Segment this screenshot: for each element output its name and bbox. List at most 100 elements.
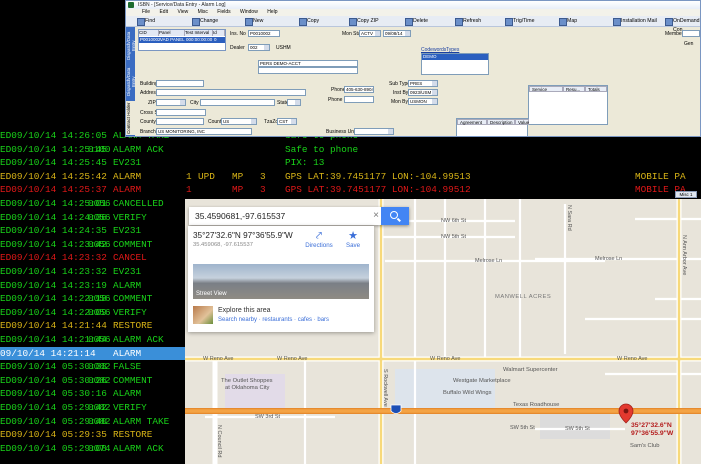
explore-links[interactable]: Search nearby · restaurants · cafes · ba… (218, 317, 329, 323)
dealer-select[interactable]: 002 (248, 44, 270, 51)
save-label: Save (345, 242, 361, 249)
misc-button[interactable]: Misc 1 (675, 191, 697, 198)
map-panel[interactable]: NW 6th St NW 5th St Melrose Ln Melrose L… (185, 199, 701, 464)
data-entry-window: ISBN - [Service/Data Entry - Alarm Log] … (125, 0, 701, 137)
business-unit-select[interactable] (354, 128, 394, 135)
inst-by-select[interactable]: 0923/USM (408, 89, 438, 96)
alarm-log-ts: ED09/10/14 05:30:16 (0, 388, 107, 400)
country-select[interactable]: US (221, 118, 257, 125)
member-field[interactable] (682, 30, 700, 37)
copy-zip-button[interactable]: Copy ZIP (348, 17, 379, 26)
side-tab-data-entry[interactable]: Dispatch/Data Entry (126, 65, 136, 99)
alarm-log-ts: ED09/10/14 14:26:05 (0, 130, 107, 141)
alarm-log-info: PIX: 13 (285, 157, 325, 169)
find-button[interactable]: Find (136, 17, 155, 26)
grid-cell: P0010002 (140, 37, 161, 42)
street-label: W Reno Ave (430, 356, 461, 362)
coordinates-decimal: 35.459068, -97.615537 (193, 242, 253, 248)
menu-view[interactable]: View (177, 9, 188, 15)
dealer-label: Dealer (230, 45, 245, 51)
map-search-box[interactable]: 35.4590681,-97.615537 × (189, 207, 409, 225)
county-label: County (140, 119, 156, 125)
menu-window[interactable]: Window (240, 9, 258, 15)
county-field[interactable] (156, 118, 204, 125)
business-unit-label: Business Unit (326, 129, 357, 135)
poi-walmart[interactable]: Walmart Supercenter (503, 367, 558, 373)
side-tab-dispatch[interactable]: Dispatch/Data Entry (126, 29, 136, 63)
directions-label: Directions (305, 242, 333, 249)
alarm-log-row[interactable]: ED09/10/14 14:25:42 ALARM 1 UPD MP 3 GPS LAT:3… (0, 170, 701, 184)
state-select[interactable] (287, 99, 301, 106)
alarm-log-n3: 3 (260, 170, 266, 182)
menu-misc[interactable]: Misc (198, 9, 208, 15)
account-name-field[interactable]: PERS DEMO-ACCT (258, 60, 358, 67)
poi-buffalo-wild-wings[interactable]: Buffalo Wild Wings (443, 390, 492, 396)
cross-st-field[interactable] (156, 109, 206, 116)
alarm-log-event: RESTORE (113, 320, 153, 332)
alarm-log-row[interactable]: ED09/10/14 14:25:45 0100 ALARM ACK Safe to … (0, 143, 701, 157)
ins-no-field[interactable]: P0010002 (248, 30, 280, 37)
alarm-log-row[interactable]: ED09/10/14 14:25:45 EV231 PIX: 13 (0, 156, 701, 170)
alarm-log-mp: MP (232, 184, 244, 196)
search-icon[interactable] (381, 207, 409, 225)
alarm-log-ts: 09/10/14 14:21:14 (0, 347, 96, 359)
alarm-log-code: 0082 (88, 415, 111, 427)
menu-fields[interactable]: Fields (217, 9, 230, 15)
copy-button[interactable]: Copy (298, 17, 319, 26)
poi-outlet-shoppes[interactable]: The Outlet Shoppes (221, 378, 273, 384)
map-search-input[interactable]: 35.4590681,-97.615537 (195, 211, 285, 221)
poi-westgate[interactable]: Westgate Marketplace (453, 378, 511, 384)
mon-date-field[interactable]: 09/08/14 (383, 30, 411, 37)
pin-lon: 97°36'55.9"W (631, 430, 674, 437)
zip-field[interactable] (156, 99, 186, 106)
tz-select[interactable]: CST (277, 118, 297, 125)
mon-stat-select[interactable]: ACTV (359, 30, 381, 37)
street-label: NW 6th St (441, 218, 467, 224)
member-label: Member (665, 31, 684, 37)
agreement-table: Agreement Description Value (456, 118, 529, 136)
side-tab-contract-holder[interactable]: Contract Holder (126, 101, 135, 135)
building-field[interactable] (156, 80, 204, 87)
grid-row-selected[interactable]: P0010002 VAD PANEL 000:00:00:00 0 (139, 37, 225, 43)
city-field[interactable] (200, 99, 275, 106)
service-table: Service Resu... Totals (528, 85, 608, 125)
branch-field[interactable]: US MONITORING, INC (156, 128, 252, 135)
new-button[interactable]: New (244, 17, 263, 26)
alarm-log-ts: ED09/10/14 05:29:35 (0, 429, 107, 441)
trig-time-button[interactable]: Trig/Time (504, 17, 535, 26)
phone-field[interactable]: 405-630-8904 (344, 86, 374, 93)
menu-file[interactable]: File (142, 9, 150, 15)
change-button[interactable]: Change (191, 17, 218, 26)
save-button[interactable]: ★ Save (338, 230, 368, 249)
codewords-list[interactable]: DEMO (421, 53, 489, 75)
menu-edit[interactable]: Edit (159, 9, 168, 15)
explore-thumbnail[interactable] (193, 306, 213, 324)
address-field[interactable] (156, 89, 306, 96)
alarm-log-ts: ED09/10/14 14:24:35 (0, 225, 107, 237)
poi-sams-club[interactable]: Sam's Club (630, 443, 659, 449)
street-view-thumbnail[interactable]: Street View (193, 264, 369, 299)
map-button[interactable]: Map (558, 17, 577, 26)
sub-type-select[interactable]: PRES (408, 80, 438, 87)
refresh-button[interactable]: Refresh (454, 17, 481, 26)
directions-button[interactable]: ⤤ Directions (304, 230, 334, 249)
poi-texas-roadhouse[interactable]: Texas Roadhouse (513, 402, 559, 408)
phone2-field[interactable] (344, 96, 374, 103)
street-label: N Sara Rd (566, 205, 572, 231)
account-name-field-2[interactable] (258, 67, 358, 74)
street-label: S Rockwell Ave (382, 369, 388, 407)
branch-label: Branch (140, 129, 156, 135)
mon-by-select[interactable]: USMON (408, 98, 438, 105)
delete-button[interactable]: Delete (404, 17, 428, 26)
alarm-log-event: EV231 (113, 266, 142, 277)
close-icon[interactable]: × (373, 207, 379, 225)
installation-mail-button[interactable]: Installation Mail (612, 17, 657, 26)
menu-help[interactable]: Help (267, 9, 277, 15)
alarm-log-ts: ED09/10/14 14:23:19 (0, 279, 107, 291)
alarm-log-row[interactable]: ED09/10/14 14:25:37 ALARM 1 MP 3 GPS LAT:39.7… (0, 183, 701, 197)
ondemand-button[interactable]: OnDemand Con (664, 17, 700, 33)
city-label: City (190, 100, 199, 106)
street-label: Melrose Ln (595, 256, 623, 262)
alarm-log-event: VERIFY (113, 402, 147, 413)
codeword-item[interactable]: DEMO (422, 54, 488, 60)
